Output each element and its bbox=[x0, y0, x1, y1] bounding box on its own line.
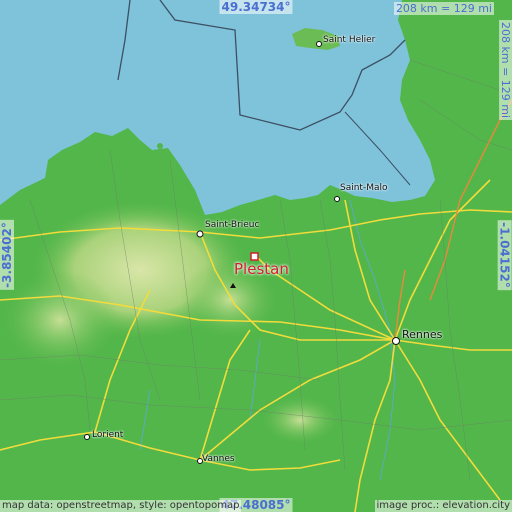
highland bbox=[0, 270, 120, 370]
scale-horizontal: 208 km = 129 mi bbox=[393, 2, 494, 15]
city-label-saint-helier: Saint Helier bbox=[323, 35, 376, 45]
islet bbox=[114, 486, 126, 498]
city-label-rennes: Rennes bbox=[402, 328, 443, 341]
place-label: Plestan bbox=[234, 260, 289, 278]
islet bbox=[157, 143, 163, 149]
location-marker bbox=[250, 252, 259, 261]
city-label-lorient: Lorient bbox=[92, 430, 124, 440]
longitude-right: -1.04152° bbox=[498, 220, 512, 290]
city-label-saint-malo: Saint-Malo bbox=[340, 183, 388, 193]
credit-map-data: map data: openstreetmap, style: opentopo… bbox=[0, 500, 242, 512]
longitude-left: -3.85402° bbox=[0, 220, 14, 290]
islet bbox=[55, 465, 65, 475]
scale-vertical: 208 km = 129 mi bbox=[499, 20, 512, 121]
latitude-top: 49.34734° bbox=[219, 0, 293, 14]
credit-image-proc: image proc.: elevation.city bbox=[374, 500, 512, 512]
city-label-saint-brieuc: Saint-Brieuc bbox=[205, 220, 260, 230]
terrain-map[interactable] bbox=[0, 0, 512, 512]
city-label-vannes: Vannes bbox=[202, 454, 235, 464]
